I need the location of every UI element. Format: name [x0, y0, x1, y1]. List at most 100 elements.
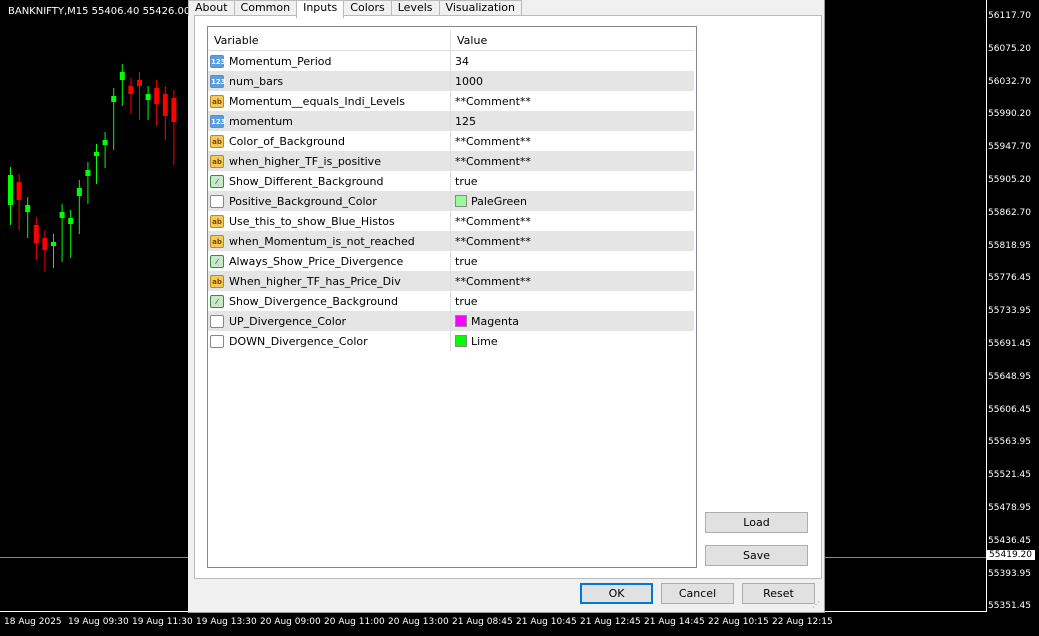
- price-tick-label: 55351.45: [988, 601, 1031, 612]
- tab-visualization[interactable]: Visualization: [438, 0, 523, 16]
- candle-body: [162, 94, 168, 116]
- table-row[interactable]: ab When_higher_TF_has_Price_Div **Comment*…: [208, 271, 694, 291]
- value-cell[interactable]: PaleGreen: [451, 191, 694, 211]
- inputs-panel: Variable Value 123 Momentum_Period 34 123 nu…: [194, 15, 822, 579]
- bool-icon: ⁄: [210, 294, 224, 308]
- cancel-button[interactable]: Cancel: [661, 583, 734, 604]
- tab-colors[interactable]: Colors: [343, 0, 392, 16]
- value-cell[interactable]: **Comment**: [451, 151, 694, 171]
- time-axis[interactable]: 18 Aug 2025 19 Aug 09:30 19 Aug 11:30 19 Au…: [0, 611, 987, 636]
- variable-name: Momentum__equals_Indi_Levels: [229, 94, 405, 108]
- value-cell[interactable]: true: [451, 291, 694, 311]
- chart-title: BANKNIFTY,M15 55406.40 55426.00 554: [8, 6, 213, 17]
- candle-body: [119, 72, 125, 80]
- variable-name: Show_Divergence_Background: [229, 294, 398, 308]
- table-row[interactable]: UP_Divergence_Color Magenta: [208, 311, 694, 331]
- value-cell[interactable]: true: [451, 171, 694, 191]
- variable-value: **Comment**: [455, 94, 531, 108]
- value-cell[interactable]: true: [451, 251, 694, 271]
- table-row[interactable]: DOWN_Divergence_Color Lime: [208, 331, 694, 351]
- color-icon: [210, 334, 224, 348]
- table-row[interactable]: ⁄ Always_Show_Price_Divergence true: [208, 251, 694, 271]
- table-row[interactable]: 123 num_bars 1000: [208, 71, 694, 91]
- table-row[interactable]: 123 Momentum_Period 34: [208, 51, 694, 71]
- variable-name: Use_this_to_show_Blue_Histos: [229, 214, 395, 228]
- tab-about[interactable]: About: [188, 0, 235, 16]
- time-tick-label: 18 Aug 2025: [4, 617, 62, 627]
- candle-body: [154, 88, 160, 104]
- table-row[interactable]: ⁄ Show_Divergence_Background true: [208, 291, 694, 311]
- candle-body: [42, 238, 48, 250]
- time-tick-label: 20 Aug 11:00: [324, 617, 385, 627]
- variable-name: When_higher_TF_has_Price_Div: [229, 274, 401, 288]
- variable-value: **Comment**: [455, 214, 531, 228]
- price-tick-label: 55521.45: [988, 470, 1031, 481]
- price-tick-label: 55776.45: [988, 273, 1031, 284]
- variable-value: true: [455, 254, 478, 268]
- value-cell[interactable]: Lime: [451, 331, 694, 351]
- tab-inputs[interactable]: Inputs: [296, 0, 345, 18]
- value-cell[interactable]: Magenta: [451, 311, 694, 331]
- price-axis[interactable]: 56117.70 56075.20 56032.70 55990.20 55947.70…: [986, 0, 1039, 612]
- value-cell[interactable]: **Comment**: [451, 231, 694, 251]
- variable-value: PaleGreen: [471, 194, 528, 208]
- load-button[interactable]: Load: [705, 512, 808, 533]
- tab-levels[interactable]: Levels: [390, 0, 440, 16]
- bool-icon: ⁄: [210, 174, 224, 188]
- candle-body: [33, 225, 39, 243]
- candle-body: [128, 86, 134, 94]
- candle-body: [111, 96, 117, 102]
- ok-button[interactable]: OK: [580, 583, 653, 604]
- indicator-properties-dialog: About Common Inputs Colors Levels Visualizati…: [188, 0, 825, 613]
- value-cell[interactable]: 34: [451, 51, 694, 71]
- variable-value: 125: [455, 114, 476, 128]
- price-tick-label: 55947.70: [988, 142, 1031, 153]
- table-row[interactable]: ab when_higher_TF_is_positive **Comment**: [208, 151, 694, 171]
- value-cell[interactable]: **Comment**: [451, 211, 694, 231]
- number-icon: 123: [210, 114, 226, 128]
- price-tick-label: 55990.20: [988, 109, 1031, 120]
- string-icon: ab: [210, 94, 224, 108]
- candle-body: [16, 182, 22, 200]
- price-tick-label: 55478.95: [988, 503, 1031, 513]
- value-cell[interactable]: **Comment**: [451, 91, 694, 111]
- price-tick-label: 55393.95: [988, 568, 1031, 579]
- string-icon: ab: [210, 234, 224, 248]
- table-row[interactable]: ⁄ Show_Different_Background true: [208, 171, 694, 191]
- price-tick-label: 55733.95: [988, 306, 1031, 317]
- table-row[interactable]: Positive_Background_Color PaleGreen: [208, 191, 694, 211]
- string-icon: ab: [210, 214, 224, 228]
- value-cell[interactable]: **Comment**: [451, 131, 694, 151]
- resize-grip-icon[interactable]: ⋰: [812, 600, 822, 610]
- price-tick-label: 55563.95: [988, 437, 1031, 448]
- time-tick-label: 22 Aug 10:15: [708, 617, 769, 627]
- time-tick-label: 20 Aug 09:00: [260, 617, 321, 627]
- time-tick-label: 19 Aug 11:30: [132, 617, 193, 627]
- save-button[interactable]: Save: [705, 545, 808, 566]
- time-tick-label: 19 Aug 09:30: [68, 617, 129, 627]
- table-row[interactable]: ab Color_of_Background **Comment**: [208, 131, 694, 151]
- tab-common[interactable]: Common: [233, 0, 298, 16]
- inputs-table[interactable]: Variable Value 123 Momentum_Period 34 123 nu…: [207, 26, 697, 568]
- value-cell[interactable]: 1000: [451, 71, 694, 91]
- candle-body: [68, 218, 74, 224]
- price-tick-label: 56032.70: [988, 76, 1031, 87]
- variable-value: **Comment**: [455, 234, 531, 248]
- table-row[interactable]: ab Momentum__equals_Indi_Levels **Comment*…: [208, 91, 694, 111]
- header-value[interactable]: Value: [455, 34, 487, 47]
- table-row[interactable]: ab when_Momentum_is_not_reached **Comment*…: [208, 231, 694, 251]
- color-swatch: [455, 195, 467, 207]
- value-cell[interactable]: 125: [451, 111, 694, 131]
- table-row[interactable]: 123 momentum 125: [208, 111, 694, 131]
- color-swatch: [455, 315, 467, 327]
- table-row[interactable]: ab Use_this_to_show_Blue_Histos **Comment*…: [208, 211, 694, 231]
- reset-button[interactable]: Reset: [742, 583, 815, 604]
- value-cell[interactable]: **Comment**: [451, 271, 694, 291]
- price-tick-label: 55691.45: [988, 339, 1031, 349]
- time-tick-label: 19 Aug 13:30: [196, 617, 257, 627]
- string-icon: ab: [210, 154, 224, 168]
- candle-body: [8, 175, 13, 205]
- candle-body: [59, 212, 65, 218]
- header-variable[interactable]: Variable: [208, 34, 259, 47]
- number-icon: 123: [210, 54, 226, 68]
